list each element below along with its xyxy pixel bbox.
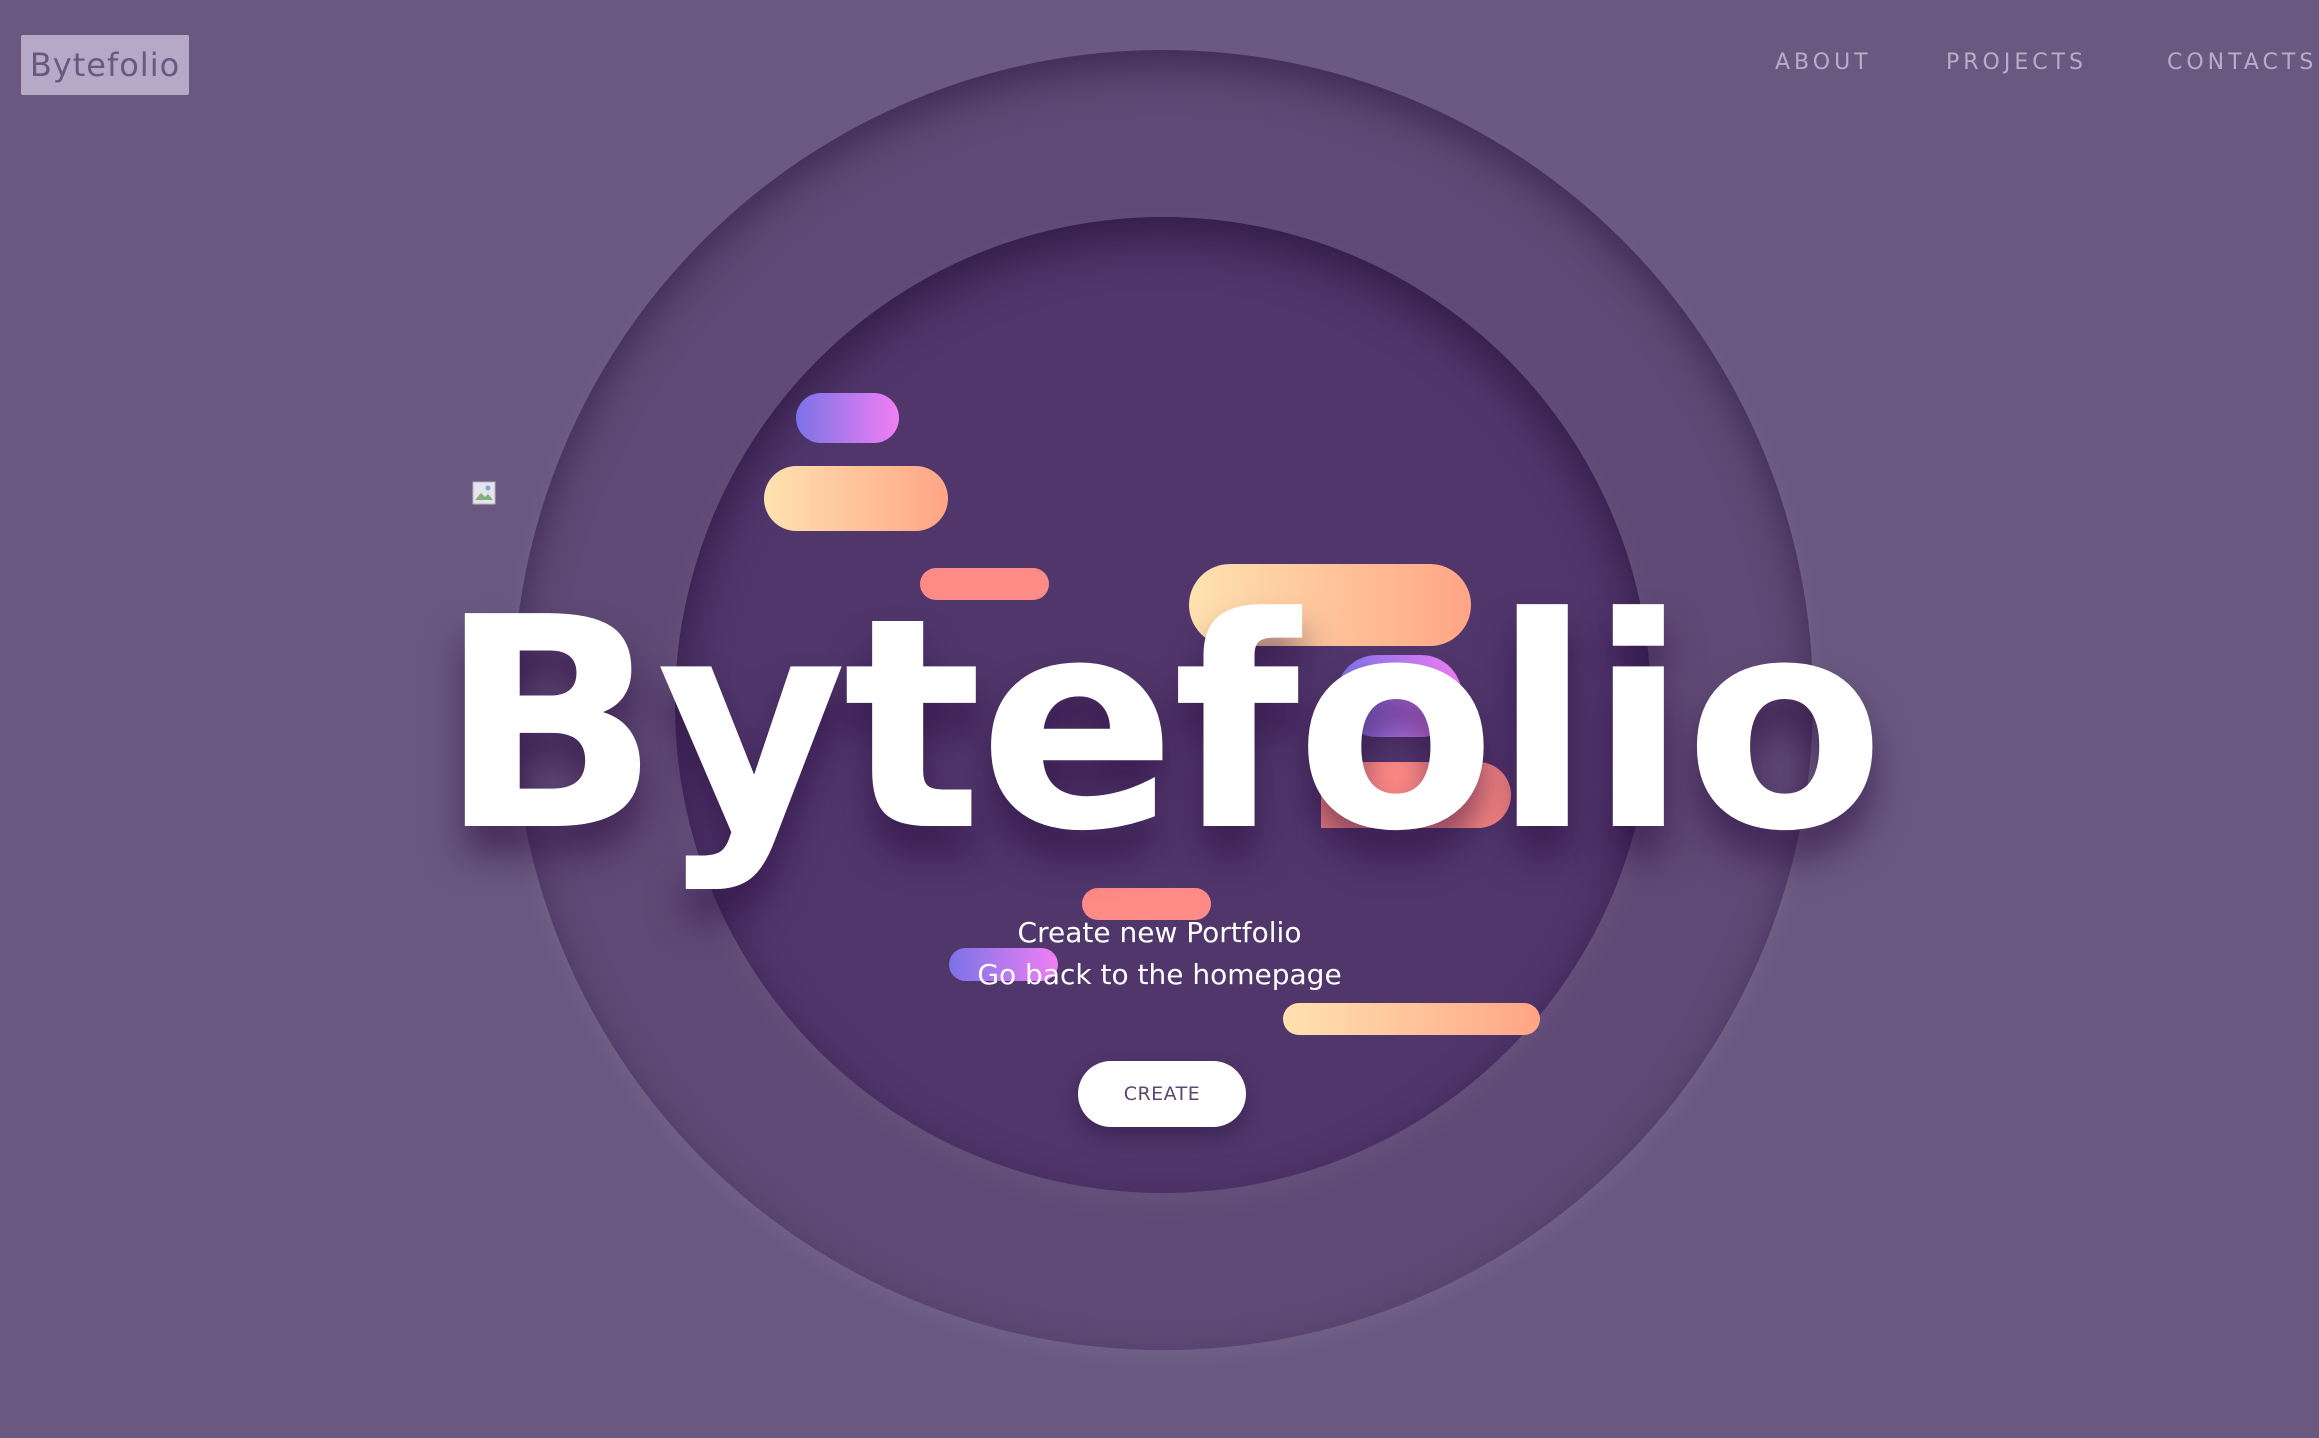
hero-links: Create new Portfolio Go back to the home… [0, 912, 2319, 996]
decor-pill-peach-1 [764, 466, 948, 531]
homepage-link[interactable]: Go back to the homepage [0, 954, 2319, 996]
nav-contacts[interactable]: CONTACTS [2167, 50, 2317, 75]
decor-pill-purple-1 [796, 393, 899, 443]
create-button[interactable]: CREATE [1078, 1061, 1246, 1127]
decor-pill-peach-3 [1283, 1003, 1540, 1035]
nav-projects[interactable]: PROJECTS [1946, 50, 2087, 75]
create-portfolio-link[interactable]: Create new Portfolio [0, 912, 2319, 954]
nav-about[interactable]: ABOUT [1775, 50, 1872, 75]
hero-title: Bytefolio [438, 555, 1885, 895]
broken-image-icon [472, 481, 496, 505]
